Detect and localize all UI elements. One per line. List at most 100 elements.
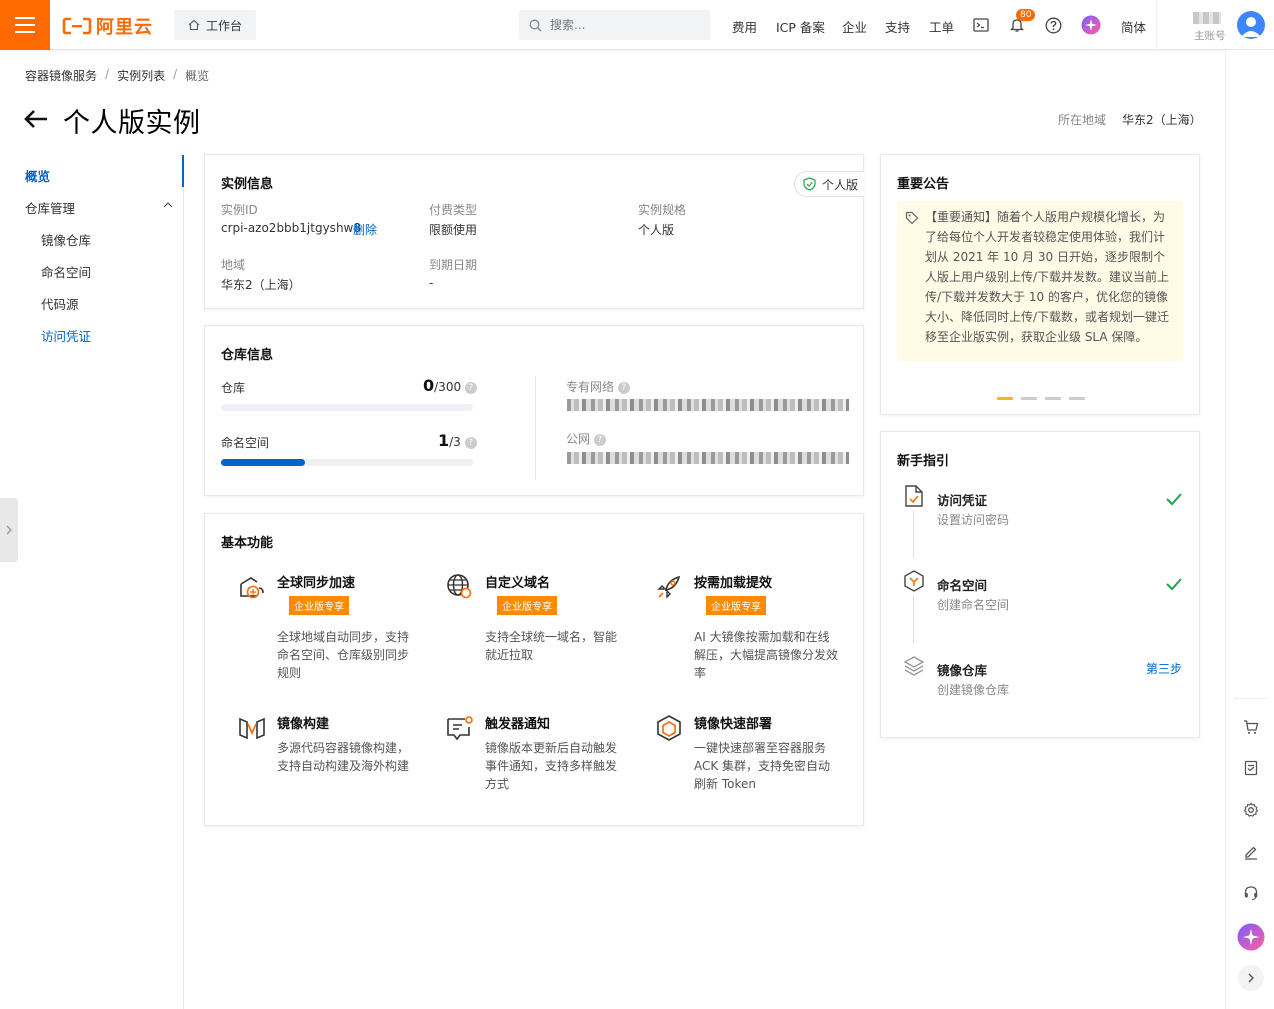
guide-title: 新手指引 bbox=[897, 454, 950, 469]
help-icon[interactable]: ? bbox=[464, 436, 477, 449]
menu-icon[interactable] bbox=[0, 0, 50, 50]
feature-description: 镜像版本更新后自动触发事件通知，支持多样触发方式 bbox=[485, 741, 618, 791]
carousel-dot[interactable] bbox=[1045, 397, 1061, 400]
edit-pen-icon[interactable] bbox=[1238, 839, 1264, 865]
basic-features-title: 基本功能 bbox=[221, 536, 274, 551]
repo-quota-progress bbox=[221, 404, 473, 411]
home-icon bbox=[188, 19, 200, 31]
sidebar-item-access-credential[interactable]: 访问凭证 bbox=[41, 326, 91, 345]
feature-description: 多源代码容器镜像构建，支持自动构建及海外构建 bbox=[277, 741, 410, 773]
chevron-up-icon[interactable] bbox=[163, 201, 173, 209]
nav-icp[interactable]: ICP 备案 bbox=[776, 17, 825, 36]
aliyun-logo[interactable]: 阿里云 bbox=[62, 13, 153, 39]
instance-id-label: 实例ID bbox=[221, 203, 258, 217]
back-arrow-icon[interactable] bbox=[22, 105, 50, 133]
notice-text: 【重要通知】随着个人版用户规模化增长，为了给每位个人开发者较稳定使用体验，我们计… bbox=[925, 210, 1170, 344]
feature-trigger-notify[interactable]: 触发器通知 镜像版本更新后自动触发事件通知，支持多样触发方式 bbox=[445, 713, 635, 803]
feature-custom-domain[interactable]: 自定义域名 企业版专享 支持全球统一域名，智能就近拉取 bbox=[445, 572, 635, 682]
carousel-dot[interactable] bbox=[1069, 397, 1085, 400]
chevron-right-icon[interactable] bbox=[1238, 965, 1264, 991]
ai-assistant-icon[interactable] bbox=[1237, 923, 1265, 951]
account-area[interactable]: 主账号 bbox=[1156, 0, 1274, 50]
spec-label: 实例规格 bbox=[638, 203, 687, 217]
right-toolbar bbox=[1225, 50, 1274, 1009]
namespace-quota-value: 1/3 ? bbox=[438, 431, 477, 450]
sidebar-active-indicator bbox=[182, 155, 184, 187]
sidebar-item-overview[interactable]: 概览 bbox=[25, 166, 50, 185]
global-sync-icon bbox=[240, 577, 264, 599]
notice-title: 重要公告 bbox=[897, 177, 950, 192]
breadcrumb-separator: / bbox=[173, 67, 178, 81]
repo-info-card: 仓库信息 仓库 0/300 ? 命名空间 1/3 ? 专有网络 ? 公网 ? bbox=[204, 325, 864, 496]
account-name-masked bbox=[1193, 12, 1221, 24]
edition-tag-label: 个人版 bbox=[821, 177, 858, 192]
feature-title: 自定义域名 bbox=[485, 576, 551, 591]
terminal-icon[interactable] bbox=[971, 15, 991, 35]
breadcrumb-current: 概览 bbox=[185, 69, 210, 83]
gear-icon[interactable] bbox=[1238, 797, 1264, 823]
carousel-dot[interactable] bbox=[997, 397, 1013, 400]
instance-id-value: crpi-azo2bbb1jtgyshw8 bbox=[221, 221, 361, 235]
nav-billing[interactable]: 费用 bbox=[732, 17, 757, 36]
guide-step-image-repo[interactable]: 镜像仓库 创建镜像仓库 第三步 bbox=[897, 654, 1183, 714]
instance-region-label: 地域 bbox=[221, 258, 246, 272]
nav-support[interactable]: 支持 bbox=[885, 17, 910, 36]
search-box[interactable] bbox=[519, 10, 710, 40]
breadcrumb: 容器镜像服务 / 实例列表 / 概览 bbox=[25, 67, 209, 84]
guide-step-namespace[interactable]: 命名空间 创建命名空间 bbox=[897, 569, 1183, 629]
feature-title: 镜像快速部署 bbox=[694, 717, 773, 732]
instance-region-value: 华东2（上海） bbox=[221, 278, 301, 292]
breadcrumb-instance-list[interactable]: 实例列表 bbox=[117, 67, 165, 84]
sidebar-item-image-repo[interactable]: 镜像仓库 bbox=[41, 230, 91, 249]
namespace-icon bbox=[904, 570, 924, 592]
cart-icon[interactable] bbox=[1238, 714, 1264, 740]
namespace-quota-progress bbox=[221, 459, 473, 466]
notification-badge: 80 bbox=[1016, 9, 1036, 21]
feature-global-sync[interactable]: 全球同步加速 企业版专享 全球地域自动同步，支持命名空间、仓库级别同步规则 bbox=[237, 572, 427, 682]
build-icon bbox=[239, 717, 265, 740]
ai-assistant-icon[interactable] bbox=[1081, 15, 1101, 35]
sidebar-group-repo-management[interactable]: 仓库管理 bbox=[25, 198, 75, 217]
feature-title: 全球同步加速 bbox=[277, 576, 356, 591]
account-type-label: 主账号 bbox=[1194, 30, 1226, 42]
chevron-right-icon bbox=[6, 525, 12, 535]
guide-step-action-link[interactable]: 第三步 bbox=[1146, 660, 1182, 677]
feature-description: 全球地域自动同步，支持命名空间、仓库级别同步规则 bbox=[277, 630, 410, 680]
workbench-button[interactable]: 工作台 bbox=[174, 10, 256, 40]
guide-step-credential[interactable]: 访问凭证 设置访问密码 bbox=[897, 484, 1183, 544]
carousel-dot[interactable] bbox=[1021, 397, 1037, 400]
brand-name: 阿里云 bbox=[96, 17, 153, 38]
sidebar-item-code-source[interactable]: 代码源 bbox=[41, 294, 79, 313]
search-input[interactable] bbox=[550, 18, 690, 32]
document-edit-icon[interactable] bbox=[1238, 755, 1264, 781]
enterprise-tag: 企业版专享 bbox=[497, 596, 557, 615]
pay-type-label: 付费类型 bbox=[429, 203, 478, 217]
spec-value: 个人版 bbox=[638, 223, 675, 237]
feature-image-build[interactable]: 镜像构建 多源代码容器镜像构建，支持自动构建及海外构建 bbox=[237, 713, 427, 803]
avatar[interactable] bbox=[1237, 11, 1265, 39]
headset-support-icon[interactable] bbox=[1238, 880, 1264, 906]
vpc-label: 专有网络 ? bbox=[566, 378, 630, 395]
public-network-label: 公网 ? bbox=[566, 430, 606, 447]
shield-check-icon bbox=[803, 177, 816, 191]
sidebar-expand-handle[interactable] bbox=[0, 498, 18, 562]
help-icon: ? bbox=[617, 381, 630, 394]
sidebar-item-namespace[interactable]: 命名空间 bbox=[41, 262, 91, 281]
divider bbox=[535, 376, 536, 480]
trigger-icon bbox=[447, 716, 473, 741]
nav-enterprise[interactable]: 企业 bbox=[842, 17, 867, 36]
nav-ticket[interactable]: 工单 bbox=[929, 17, 954, 36]
feature-quick-deploy[interactable]: 镜像快速部署 一键快速部署至容器服务ACK 集群，支持免密自动刷新 Token bbox=[654, 713, 844, 803]
region-label: 所在地域 bbox=[1058, 113, 1107, 127]
expire-label: 到期日期 bbox=[429, 258, 478, 272]
help-icon[interactable] bbox=[1043, 15, 1063, 35]
feature-on-demand-load[interactable]: 按需加载提效 企业版专享 AI 大镜像按需加载和在线解压，大幅提高镜像分发效率 bbox=[654, 572, 844, 682]
delete-link[interactable]: 删除 bbox=[353, 221, 377, 238]
help-icon[interactable]: ? bbox=[464, 381, 477, 394]
guide-step-subtitle: 设置访问密码 bbox=[937, 513, 1010, 527]
breadcrumb-acr[interactable]: 容器镜像服务 bbox=[25, 67, 97, 84]
carousel-indicator[interactable] bbox=[997, 397, 1085, 400]
check-icon bbox=[1166, 578, 1182, 591]
repo-used-count: 0 bbox=[423, 376, 435, 395]
language-switch[interactable]: 简体 bbox=[1121, 17, 1146, 36]
